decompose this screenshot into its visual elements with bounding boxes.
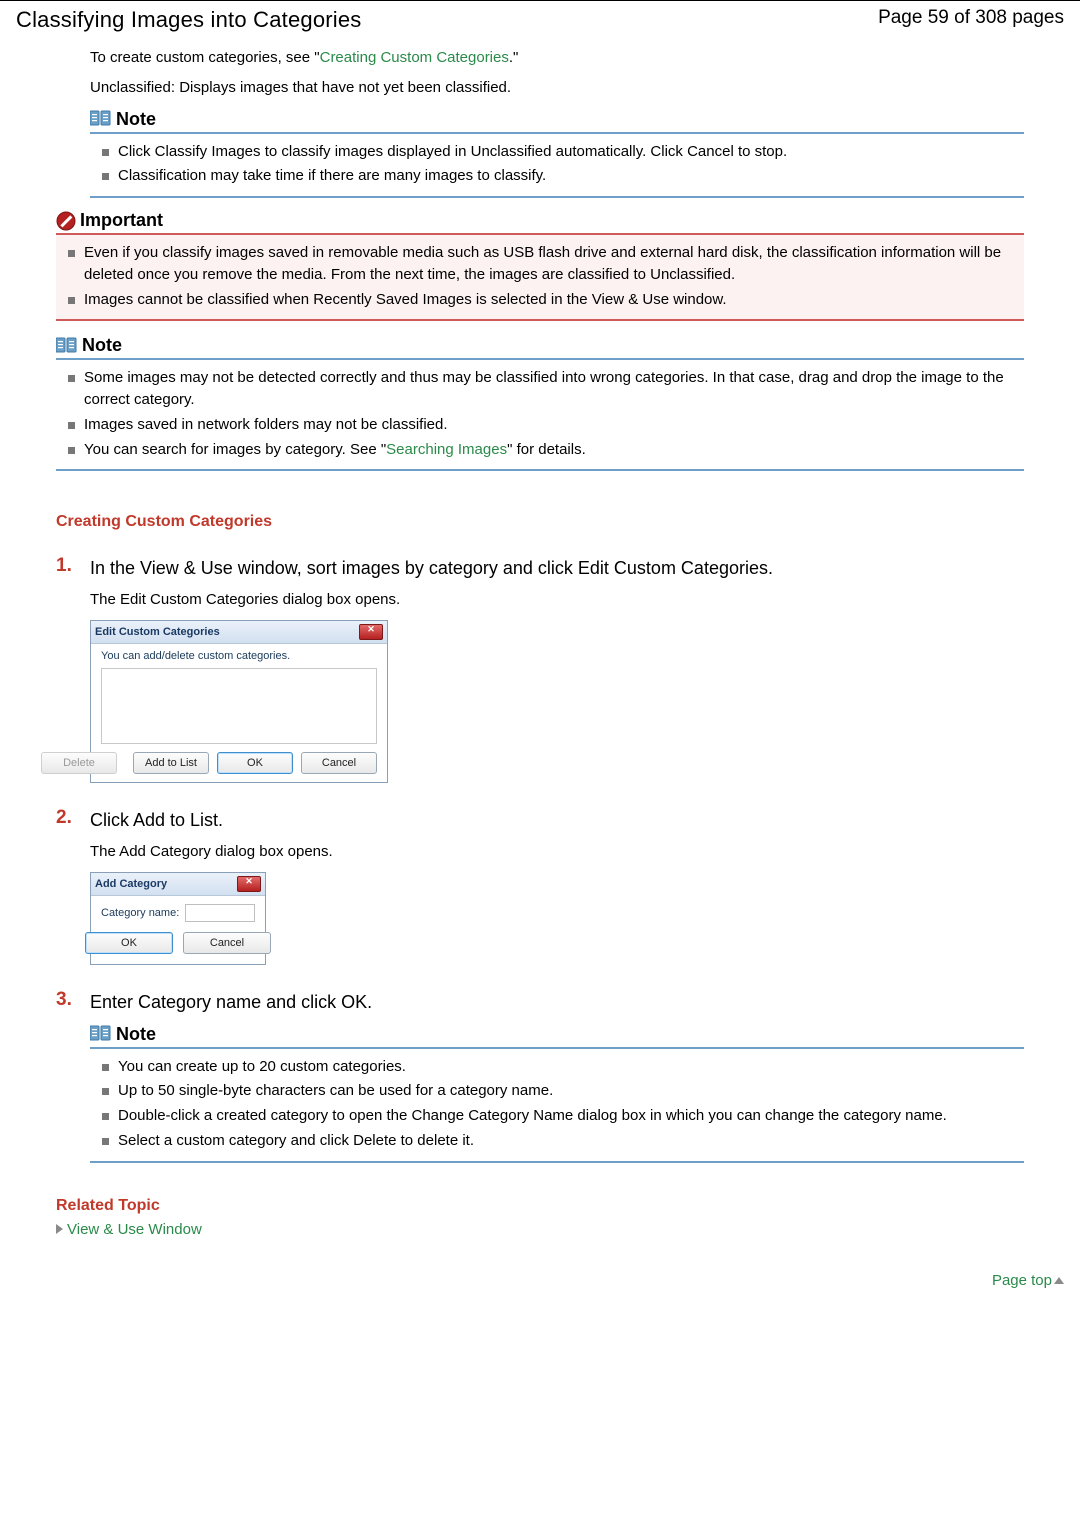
- dialog-edit-custom-categories: Edit Custom Categories You can add/delet…: [90, 620, 388, 783]
- arrow-up-icon: [1054, 1277, 1064, 1284]
- note2-item-1: Some images may not be detected correctl…: [82, 367, 1018, 411]
- ecc-cancel-button[interactable]: Cancel: [301, 752, 377, 774]
- step-1: In the View & Use window, sort images by…: [56, 555, 1024, 783]
- note-icon: [56, 337, 78, 355]
- important-icon: [56, 211, 76, 231]
- note1-item-2: Classification may take time if there ar…: [116, 165, 1018, 187]
- step-3-title: Enter Category name and click OK.: [90, 989, 1024, 1015]
- ecc-ok-button[interactable]: OK: [217, 752, 293, 774]
- related-topic-title: Related Topic: [56, 1197, 1024, 1215]
- intro-pre: To create custom categories, see ": [90, 49, 320, 66]
- note3-item-1: You can create up to 20 custom categorie…: [116, 1056, 1018, 1078]
- section-title-creating-custom-categories: Creating Custom Categories: [56, 513, 1024, 531]
- note-label: Note: [116, 1024, 156, 1045]
- ac-cancel-button[interactable]: Cancel: [183, 932, 271, 954]
- ecc-delete-button[interactable]: Delete: [41, 752, 117, 774]
- note-block-3: Note You can create up to 20 custom cate…: [90, 1024, 1024, 1163]
- note-label: Note: [82, 335, 122, 356]
- step-2-sub: The Add Category dialog box opens.: [90, 843, 1024, 860]
- ecc-add-to-list-button[interactable]: Add to List: [133, 752, 209, 774]
- ac-ok-button[interactable]: OK: [85, 932, 173, 954]
- note2-item-3: You can search for images by category. S…: [82, 439, 1018, 461]
- important-label: Important: [80, 210, 163, 231]
- triangle-right-icon: [56, 1224, 63, 1234]
- step-1-sub: The Edit Custom Categories dialog box op…: [90, 591, 1024, 608]
- note2-item-3-post: " for details.: [507, 441, 586, 458]
- dialog-add-category: Add Category Category name: OK Cancel: [90, 872, 266, 965]
- important-block: Important Even if you classify images sa…: [56, 210, 1024, 321]
- important-item-1: Even if you classify images saved in rem…: [82, 242, 1018, 286]
- intro-line-1: To create custom categories, see "Creati…: [90, 47, 1024, 69]
- step-1-title: In the View & Use window, sort images by…: [90, 555, 1024, 581]
- ecc-dialog-title: Edit Custom Categories: [95, 626, 220, 638]
- page-indicator: Page 59 of 308 pages: [878, 7, 1064, 29]
- note-icon: [90, 110, 112, 128]
- important-item-2: Images cannot be classified when Recentl…: [82, 289, 1018, 311]
- ac-category-name-label: Category name:: [101, 907, 179, 919]
- intro-post: .": [509, 49, 519, 66]
- note2-item-3-pre: You can search for images by category. S…: [84, 441, 386, 458]
- note-block-2: Note Some images may not be detected cor…: [56, 335, 1024, 471]
- ecc-dialog-desc: You can add/delete custom categories.: [101, 650, 377, 666]
- link-searching-images[interactable]: Searching Images: [386, 441, 507, 458]
- link-view-and-use-window[interactable]: View & Use Window: [67, 1221, 202, 1238]
- step-2-title: Click Add to List.: [90, 807, 1024, 833]
- ac-category-name-input[interactable]: [185, 904, 255, 922]
- note-label: Note: [116, 109, 156, 130]
- step-2: Click Add to List. The Add Category dial…: [56, 807, 1024, 965]
- page-title: Classifying Images into Categories: [16, 7, 362, 33]
- note-icon: [90, 1025, 112, 1043]
- close-icon[interactable]: [237, 876, 261, 892]
- ac-dialog-title: Add Category: [95, 878, 167, 890]
- note3-item-4: Select a custom category and click Delet…: [116, 1130, 1018, 1152]
- note2-item-2: Images saved in network folders may not …: [82, 414, 1018, 436]
- step-3: Enter Category name and click OK. Note: [56, 989, 1024, 1162]
- close-icon[interactable]: [359, 624, 383, 640]
- note3-item-2: Up to 50 single-byte characters can be u…: [116, 1080, 1018, 1102]
- note3-item-3: Double-click a created category to open …: [116, 1105, 1018, 1127]
- note1-item-1: Click Classify Images to classify images…: [116, 141, 1018, 163]
- intro-unclassified: Unclassified: Displays images that have …: [90, 77, 1024, 99]
- page-top-link[interactable]: Page top: [992, 1272, 1052, 1289]
- link-creating-custom-categories[interactable]: Creating Custom Categories: [320, 49, 509, 66]
- ecc-category-list[interactable]: [101, 668, 377, 744]
- note-block-1: Note Click Classify Images to classify i…: [90, 109, 1024, 199]
